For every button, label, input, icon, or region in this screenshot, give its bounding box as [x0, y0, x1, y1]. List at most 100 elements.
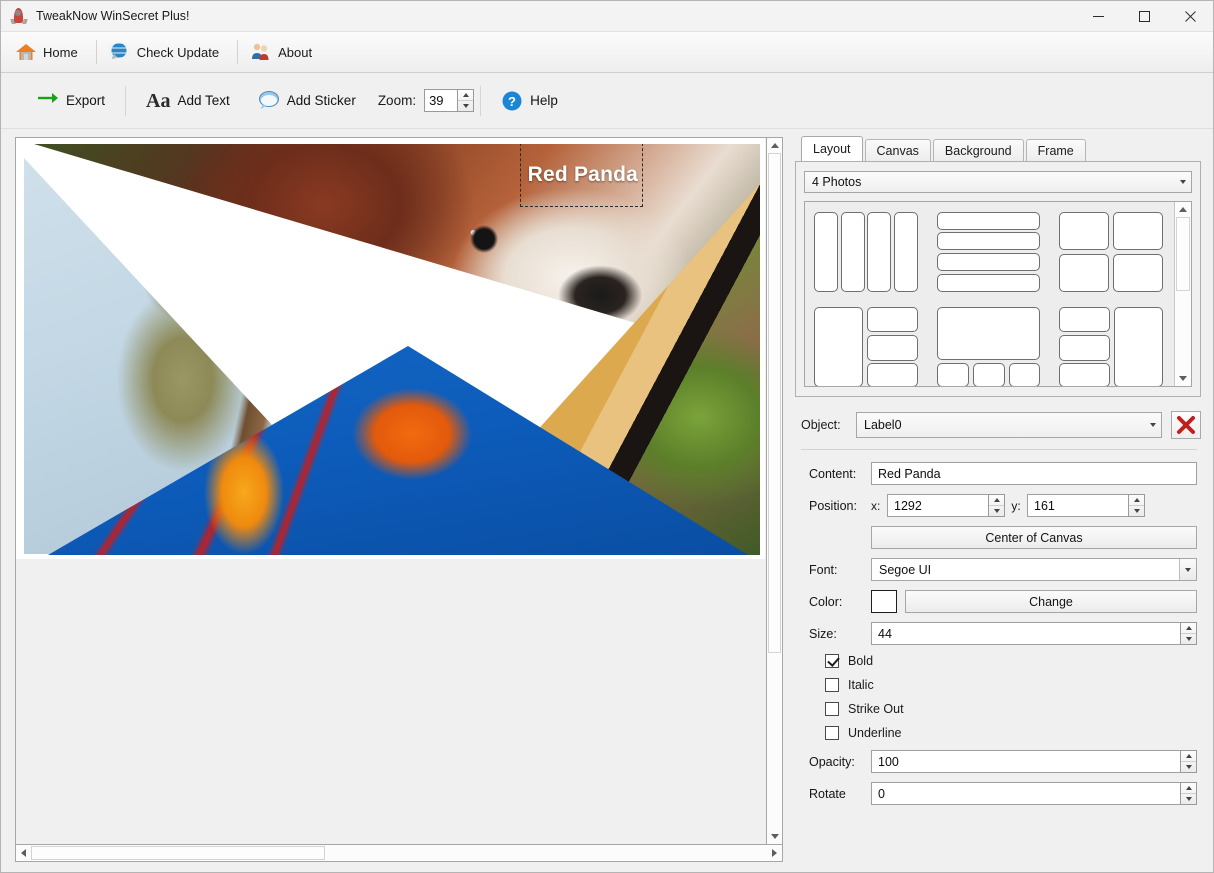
content-row: Content: Red Panda: [809, 462, 1197, 485]
size-stepper[interactable]: 44: [871, 622, 1197, 645]
scroll-down-button[interactable]: [767, 829, 782, 844]
x-stepper-buttons[interactable]: [988, 494, 1005, 517]
color-swatch[interactable]: [871, 590, 897, 613]
layout-thumbnail[interactable]: [934, 209, 1044, 295]
y-up-button[interactable]: [1129, 495, 1144, 506]
zoom-input[interactable]: [424, 89, 457, 112]
x-up-button[interactable]: [989, 495, 1004, 506]
layout-select[interactable]: 4 Photos: [804, 171, 1192, 193]
y-stepper-buttons[interactable]: [1128, 494, 1145, 517]
maximize-button[interactable]: [1121, 1, 1167, 32]
center-of-canvas-button[interactable]: Center of Canvas: [871, 526, 1197, 549]
tab-layout[interactable]: Layout: [801, 136, 863, 161]
photo-collage: Red Panda: [24, 144, 760, 555]
x-label: x:: [871, 499, 887, 513]
help-button[interactable]: ? Help: [487, 86, 572, 116]
export-button[interactable]: Export: [23, 86, 119, 116]
opacity-up-button[interactable]: [1181, 751, 1196, 762]
nav-label-about: About: [278, 45, 312, 60]
content-input[interactable]: Red Panda: [871, 462, 1197, 485]
scroll-up-button[interactable]: [767, 138, 782, 153]
canvas-viewport[interactable]: Red Panda: [15, 137, 766, 845]
horizontal-scroll-track[interactable]: [31, 845, 767, 861]
canvas-vertical-scrollbar[interactable]: [766, 137, 783, 845]
zoom-control: Zoom:: [370, 89, 474, 112]
x-down-button[interactable]: [989, 506, 1004, 516]
y-input[interactable]: 161: [1027, 494, 1128, 517]
text-properties-form: Content: Red Panda Position: x: 1292 y:: [795, 450, 1201, 814]
tab-background-label: Background: [945, 144, 1012, 158]
layout-thumbnail[interactable]: [934, 304, 1044, 386]
nav-label-home: Home: [43, 45, 78, 60]
italic-checkbox[interactable]: [825, 678, 839, 692]
strike-out-checkbox[interactable]: [825, 702, 839, 716]
opacity-stepper[interactable]: 100: [871, 750, 1197, 773]
layout-thumbnails-box: [804, 201, 1192, 387]
layout-thumbnails-scroll[interactable]: [805, 202, 1174, 386]
thumbnails-scroll-track[interactable]: [1175, 217, 1191, 371]
opacity-stepper-buttons[interactable]: [1180, 750, 1197, 773]
zoom-down-button[interactable]: [458, 101, 473, 111]
y-stepper[interactable]: 161: [1027, 494, 1145, 517]
layout-thumbnails-scrollbar[interactable]: [1174, 202, 1191, 386]
rotate-down-button[interactable]: [1181, 794, 1196, 804]
layout-thumbnail[interactable]: [812, 304, 922, 386]
zoom-stepper[interactable]: [424, 89, 474, 112]
font-select[interactable]: Segoe UI: [871, 558, 1197, 581]
zoom-stepper-buttons[interactable]: [457, 89, 474, 112]
rocket-icon: [11, 8, 27, 24]
scroll-left-button[interactable]: [16, 845, 31, 860]
size-down-button[interactable]: [1181, 634, 1196, 644]
bold-checkbox-row[interactable]: Bold: [809, 654, 1197, 668]
vertical-scroll-track[interactable]: [767, 153, 782, 829]
size-stepper-buttons[interactable]: [1180, 622, 1197, 645]
bold-checkbox[interactable]: [825, 654, 839, 668]
y-down-button[interactable]: [1129, 506, 1144, 516]
add-sticker-button[interactable]: Add Sticker: [244, 86, 370, 116]
rotate-stepper[interactable]: 0: [871, 782, 1197, 805]
tab-canvas[interactable]: Canvas: [865, 139, 931, 161]
underline-checkbox-row[interactable]: Underline: [809, 726, 1197, 740]
x-stepper[interactable]: 1292: [887, 494, 1005, 517]
change-color-button[interactable]: Change: [905, 590, 1197, 613]
delete-object-button[interactable]: [1171, 411, 1201, 439]
canvas-horizontal-scrollbar[interactable]: [15, 845, 783, 862]
close-button[interactable]: [1167, 1, 1213, 32]
minimize-button[interactable]: [1075, 1, 1121, 32]
layout-thumbnail[interactable]: [1057, 209, 1167, 295]
tab-frame[interactable]: Frame: [1026, 139, 1086, 161]
strike-out-checkbox-row[interactable]: Strike Out: [809, 702, 1197, 716]
chevron-down-icon: [1179, 559, 1196, 580]
nav-item-about[interactable]: About: [244, 38, 324, 66]
horizontal-scroll-thumb[interactable]: [31, 846, 325, 860]
chevron-down-icon: [1144, 423, 1161, 427]
add-text-button[interactable]: Aa Add Text: [132, 87, 244, 115]
italic-checkbox-row[interactable]: Italic: [809, 678, 1197, 692]
nav-label-check-update: Check Update: [137, 45, 219, 60]
canvas-text-label[interactable]: Red Panda: [521, 144, 642, 206]
x-input[interactable]: 1292: [887, 494, 988, 517]
underline-checkbox[interactable]: [825, 726, 839, 740]
opacity-down-button[interactable]: [1181, 762, 1196, 772]
rotate-input[interactable]: 0: [871, 782, 1180, 805]
rotate-up-button[interactable]: [1181, 783, 1196, 794]
rotate-stepper-buttons[interactable]: [1180, 782, 1197, 805]
size-up-button[interactable]: [1181, 623, 1196, 634]
vertical-scroll-thumb[interactable]: [768, 153, 781, 653]
editor-canvas-row: Red Panda: [15, 137, 783, 845]
home-icon: [15, 41, 37, 63]
layout-thumbnail[interactable]: [812, 209, 922, 295]
canvas-sheet[interactable]: Red Panda: [16, 138, 765, 559]
size-input[interactable]: 44: [871, 622, 1180, 645]
thumbnails-scroll-up-button[interactable]: [1175, 202, 1190, 217]
nav-item-home[interactable]: Home: [9, 38, 90, 66]
scroll-right-button[interactable]: [767, 845, 782, 860]
thumbnails-scroll-thumb[interactable]: [1176, 217, 1190, 291]
tab-background[interactable]: Background: [933, 139, 1024, 161]
nav-item-check-update[interactable]: Check Update: [103, 38, 231, 66]
opacity-input[interactable]: 100: [871, 750, 1180, 773]
object-select[interactable]: Label0: [856, 412, 1162, 438]
thumbnails-scroll-down-button[interactable]: [1175, 371, 1190, 386]
zoom-up-button[interactable]: [458, 90, 473, 101]
layout-thumbnail[interactable]: [1057, 304, 1167, 386]
